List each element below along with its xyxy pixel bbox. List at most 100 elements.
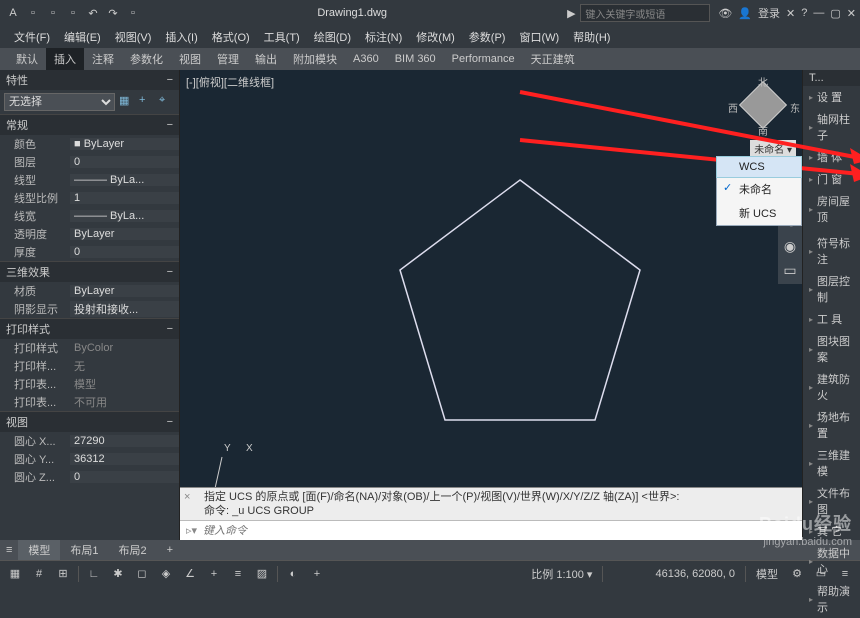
- prop-value[interactable]: ByLayer: [70, 285, 179, 297]
- menu-item[interactable]: 绘图(D): [308, 27, 357, 47]
- undo-icon[interactable]: ↶: [84, 4, 102, 22]
- layout-tab[interactable]: 模型: [18, 540, 60, 560]
- redo-icon[interactable]: ↷: [104, 4, 122, 22]
- menu-item[interactable]: 帮助(H): [567, 27, 616, 47]
- menu-item[interactable]: 参数(P): [463, 27, 512, 47]
- palette-item[interactable]: 三维建模: [803, 444, 860, 482]
- grid-icon[interactable]: #: [28, 563, 50, 585]
- ucs-menu-item[interactable]: ✓未命名: [717, 177, 801, 201]
- prop-value[interactable]: ——— ByLa...: [70, 210, 179, 222]
- prop-value[interactable]: 0: [70, 246, 179, 258]
- snap-icon[interactable]: ⊞: [52, 563, 74, 585]
- open-icon[interactable]: ▫: [44, 4, 62, 22]
- binoculars-icon[interactable]: 👁: [718, 7, 732, 20]
- prop-value[interactable]: ByLayer: [70, 228, 179, 240]
- search-play-icon[interactable]: ▶: [562, 4, 580, 22]
- palette-item[interactable]: 图块图案: [803, 330, 860, 368]
- layout-menu-icon[interactable]: ≡: [0, 544, 18, 556]
- showmotion-icon[interactable]: ▭: [780, 260, 800, 280]
- lineweight-icon[interactable]: ≡: [227, 563, 249, 585]
- print-icon[interactable]: ▫: [124, 4, 142, 22]
- new-icon[interactable]: ▫: [24, 4, 42, 22]
- palette-item[interactable]: 建筑防火: [803, 368, 860, 406]
- ortho-icon[interactable]: ∟: [83, 563, 105, 585]
- layout-tab[interactable]: 布局2: [109, 540, 157, 560]
- steering-icon[interactable]: ◉: [780, 236, 800, 256]
- view-label[interactable]: [-][俯视][二维线框]: [186, 74, 274, 90]
- annomonitor-icon[interactable]: +: [306, 563, 328, 585]
- login-label[interactable]: 登录: [758, 5, 780, 21]
- layout-add-icon[interactable]: +: [157, 542, 183, 558]
- menu-item[interactable]: 修改(M): [410, 27, 461, 47]
- status-space[interactable]: 模型: [750, 566, 784, 582]
- polar-icon[interactable]: ✱: [107, 563, 129, 585]
- dyn-icon[interactable]: +: [203, 563, 225, 585]
- exchange-icon[interactable]: ✕: [786, 7, 795, 20]
- ribbon-tab[interactable]: 管理: [209, 48, 247, 70]
- prop-value[interactable]: 27290: [70, 435, 179, 447]
- menu-item[interactable]: 文件(F): [8, 27, 56, 47]
- palette-item[interactable]: 场地布置: [803, 406, 860, 444]
- ribbon-tab[interactable]: 默认: [8, 48, 46, 70]
- ribbon-tab[interactable]: 参数化: [122, 48, 171, 70]
- collapse-icon[interactable]: −: [167, 323, 173, 335]
- prop-value[interactable]: 不可用: [70, 394, 179, 410]
- ucs-menu-item[interactable]: 新 UCS: [717, 201, 801, 225]
- prop-value[interactable]: 无: [70, 358, 179, 374]
- menu-item[interactable]: 窗口(W): [513, 27, 565, 47]
- palette-item[interactable]: 帮助演示: [803, 580, 860, 618]
- prop-value[interactable]: 0: [70, 471, 179, 483]
- menu-item[interactable]: 工具(T): [258, 27, 306, 47]
- palette-item[interactable]: 房间屋顶: [803, 190, 860, 228]
- ribbon-tab[interactable]: Performance: [444, 50, 523, 68]
- ribbon-tab[interactable]: 视图: [171, 48, 209, 70]
- transparency-icon[interactable]: ▨: [251, 563, 273, 585]
- cmd-prompt-icon[interactable]: ▹▾: [180, 524, 203, 537]
- palette-item[interactable]: 图层控制: [803, 270, 860, 308]
- status-customize-icon[interactable]: ≡: [834, 563, 856, 585]
- minimize-icon[interactable]: —: [813, 7, 824, 19]
- prop-value[interactable]: 模型: [70, 376, 179, 392]
- quick-select-icon[interactable]: ▦: [119, 94, 135, 110]
- ucs-menu-item[interactable]: WCS: [716, 156, 802, 178]
- collapse-icon[interactable]: −: [167, 266, 173, 278]
- cycling-icon[interactable]: ◐: [282, 563, 304, 585]
- status-gear-icon[interactable]: ⚙: [786, 563, 808, 585]
- status-scale[interactable]: 比例 1:100 ▾: [525, 566, 598, 582]
- ribbon-tab[interactable]: 天正建筑: [523, 48, 583, 70]
- cmd-close-icon[interactable]: ×: [184, 490, 190, 504]
- collapse-icon[interactable]: −: [167, 119, 173, 131]
- help-icon[interactable]: ?: [801, 7, 807, 19]
- menu-item[interactable]: 标注(N): [359, 27, 408, 47]
- model-space-icon[interactable]: ▦: [4, 563, 26, 585]
- selection-dropdown[interactable]: 无选择: [4, 93, 115, 111]
- menu-item[interactable]: 编辑(E): [58, 27, 107, 47]
- ribbon-tab[interactable]: 注释: [84, 48, 122, 70]
- pickadd-icon[interactable]: +: [139, 94, 155, 110]
- osnap-icon[interactable]: ◻: [131, 563, 153, 585]
- otrack-icon[interactable]: ∠: [179, 563, 201, 585]
- prop-value[interactable]: 1: [70, 192, 179, 204]
- command-input[interactable]: [203, 525, 802, 537]
- maximize-icon[interactable]: ▢: [830, 7, 840, 20]
- prop-value[interactable]: ■ ByLayer: [70, 138, 179, 150]
- ribbon-tab[interactable]: 插入: [46, 48, 84, 70]
- properties-close-icon[interactable]: −: [167, 74, 173, 86]
- menu-item[interactable]: 插入(I): [159, 27, 203, 47]
- close-icon[interactable]: ✕: [847, 7, 856, 20]
- layout-tab[interactable]: 布局1: [60, 540, 108, 560]
- search-input[interactable]: 键入关键字或短语: [580, 4, 710, 22]
- palette-item[interactable]: 工 具: [803, 308, 860, 330]
- prop-value[interactable]: 36312: [70, 453, 179, 465]
- ribbon-tab[interactable]: 输出: [247, 48, 285, 70]
- prop-value[interactable]: 0: [70, 156, 179, 168]
- save-icon[interactable]: ▫: [64, 4, 82, 22]
- prop-value[interactable]: ——— ByLa...: [70, 174, 179, 186]
- 3dosnap-icon[interactable]: ◈: [155, 563, 177, 585]
- collapse-icon[interactable]: −: [167, 416, 173, 428]
- menu-item[interactable]: 格式(O): [206, 27, 256, 47]
- ribbon-tab[interactable]: BIM 360: [387, 50, 444, 68]
- user-icon[interactable]: 👤: [738, 7, 752, 20]
- prop-value[interactable]: 投射和接收...: [70, 301, 179, 317]
- status-max-icon[interactable]: ▭: [810, 563, 832, 585]
